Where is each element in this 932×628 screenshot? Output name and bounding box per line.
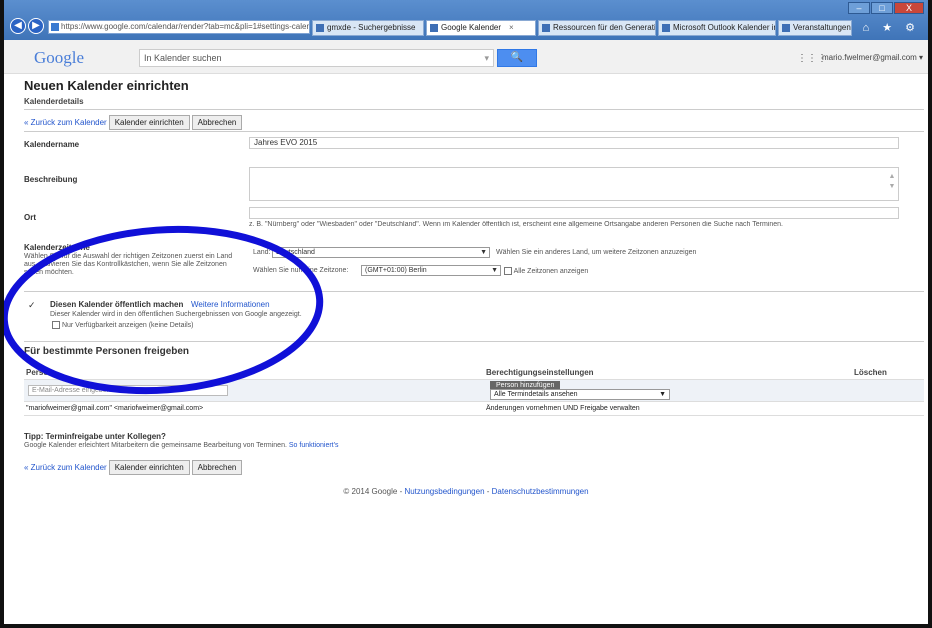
share-section-title: Für bestimmte Personen freigeben [24,346,190,357]
col-delete: Löschen [854,368,887,377]
description-textarea[interactable]: ▲ ▼ [249,167,899,201]
country-label: Land: [253,249,271,256]
calendar-favicon-icon [430,24,438,32]
show-all-tz[interactable]: Alle Zeitzonen anzeigen [504,267,588,275]
back-to-calendar-link[interactable]: « Zurück zum Kalender [24,118,107,127]
email-input[interactable]: E-Mail-Adresse eingeben [28,385,228,396]
tab-strip: gmxde - Suchergebnisse Google Kalender × … [312,20,852,36]
terms-link[interactable]: Nutzungsbedingungen [404,487,484,496]
nav-buttons: ◀ ▶ [10,18,44,34]
timezone-description: Wählen Sie für die Auswahl der richtigen… [24,253,233,276]
address-text: https://www.google.com/calendar/render?t… [61,22,310,31]
location-input[interactable] [249,207,899,219]
favicon-icon [51,23,59,31]
share-table-header: Person Berechtigungseinstellungen Lösche… [24,366,924,380]
close-window-button[interactable]: X [894,2,924,14]
tab-favicon-icon [782,24,790,32]
divider [24,341,924,342]
home-star-gear-icons[interactable]: ⌂ ★ ⚙ [863,21,920,34]
timezone-select[interactable]: (GMT+01:00) Berlin ▼ [361,265,501,276]
calendar-name-input[interactable]: Jahres EVO 2015 [249,137,899,149]
create-calendar-button[interactable]: Kalender einrichten [108,460,190,475]
maximize-button[interactable]: □ [871,2,893,14]
permission-select[interactable]: Alle Termindetails ansehen ▼ [490,389,670,400]
col-person: Person [26,368,54,377]
tz-select-label: Wählen Sie nun eine Zeitzone: [253,267,349,274]
tab-favicon-icon [542,24,550,32]
page-footer: © 2014 Google - Nutzungsbedingungen - Da… [343,487,589,496]
chevron-down-icon: ▼ [480,249,487,256]
window-controls: – □ X [848,2,924,14]
cancel-button[interactable]: Abbrechen [191,115,243,130]
chevron-down-icon: ▼ [659,391,666,398]
back-to-calendar-link[interactable]: « Zurück zum Kalender [24,463,107,472]
bottom-button-row: « Zurück zum Kalender Kalender einrichte… [24,460,243,475]
divider [24,131,924,132]
free-busy-option[interactable]: Nur Verfügbarkeit anzeigen (keine Detail… [52,321,193,329]
back-icon[interactable]: ◀ [10,18,26,34]
col-permission: Berechtigungseinstellungen [486,368,594,377]
textarea-scrollbar[interactable]: ▲ ▼ [888,172,896,196]
tab-favicon-icon [316,24,324,32]
person-permission: Änderungen vornehmen UND Freigabe verwal… [486,405,640,412]
tab-outlook[interactable]: Microsoft Outlook Kalender in G... [658,20,776,36]
divider [24,109,924,110]
tab-favicon-icon [662,24,670,32]
top-button-row: « Zurück zum Kalender Kalender einrichte… [24,115,243,130]
cancel-button[interactable]: Abbrechen [191,460,243,475]
tab-events[interactable]: Veranstaltungen [778,20,852,36]
google-header: Google In Kalender suchen ▾ 🔍 ⋮⋮⋮ mario.… [4,40,928,74]
tip-title: Tipp: Terminfreigabe unter Kollegen? [24,432,166,441]
country-select[interactable]: Deutschland ▼ [272,247,490,258]
calendar-name-label: Kalendername [24,140,80,149]
location-label: Ort [24,213,36,222]
chevron-down-icon: ▼ [491,267,498,274]
privacy-link[interactable]: Datenschutzbestimmungen [492,487,589,496]
account-menu[interactable]: mario.fwelmer@gmail.com ▾ [822,53,923,62]
public-checkmark[interactable]: ✓ [28,300,36,311]
more-info-link[interactable]: Weitere Informationen [191,300,270,309]
tab-search-results[interactable]: gmxde - Suchergebnisse [312,20,424,36]
search-options-icon[interactable]: ▾ [484,50,489,66]
public-label: Diesen Kalender öffentlich machen [50,300,184,309]
tab-google-calendar[interactable]: Google Kalender × [426,20,536,36]
search-button[interactable]: 🔍 [497,49,537,67]
tab-resources[interactable]: Ressourcen für den Generation ... [538,20,656,36]
description-label: Beschreibung [24,175,78,184]
country-hint: Wählen Sie ein anderes Land, um weitere … [496,249,697,256]
person-email: "mariofweimer@gmail.com" <mariofweimer@g… [26,405,204,412]
browser-chrome: – □ X ◀ ▶ https://www.google.com/calenda… [4,0,928,40]
location-hint: z. B. "Nürnberg" oder "Wiesbaden" oder "… [249,221,783,228]
page-title: Neuen Kalender einrichten [24,78,189,93]
free-busy-checkbox[interactable] [52,321,60,329]
timezone-label: Kalenderzeitzone [24,243,90,252]
how-it-works-link[interactable]: So funktioniert's [289,442,339,449]
google-logo[interactable]: Google [34,48,84,68]
forward-icon[interactable]: ▶ [28,18,44,34]
screen: – □ X ◀ ▶ https://www.google.com/calenda… [0,0,932,628]
divider [24,291,924,292]
minimize-button[interactable]: – [848,2,870,14]
section-subtitle: Kalenderdetails [24,97,84,106]
public-description: Dieser Kalender wird in den öffentlichen… [50,311,302,318]
show-all-tz-checkbox[interactable] [504,267,512,275]
create-calendar-button[interactable]: Kalender einrichten [108,115,190,130]
tip-text: Google Kalender erleichtert Mitarbeitern… [24,442,339,449]
table-row: "mariofweimer@gmail.com" <mariofweimer@g… [24,402,924,416]
address-bar[interactable]: https://www.google.com/calendar/render?t… [48,20,310,34]
tab-close-icon[interactable]: × [509,23,514,32]
add-person-row: E-Mail-Adresse eingeben Person hinzufüge… [24,380,924,402]
calendar-search-input[interactable]: In Kalender suchen ▾ [139,49,494,67]
